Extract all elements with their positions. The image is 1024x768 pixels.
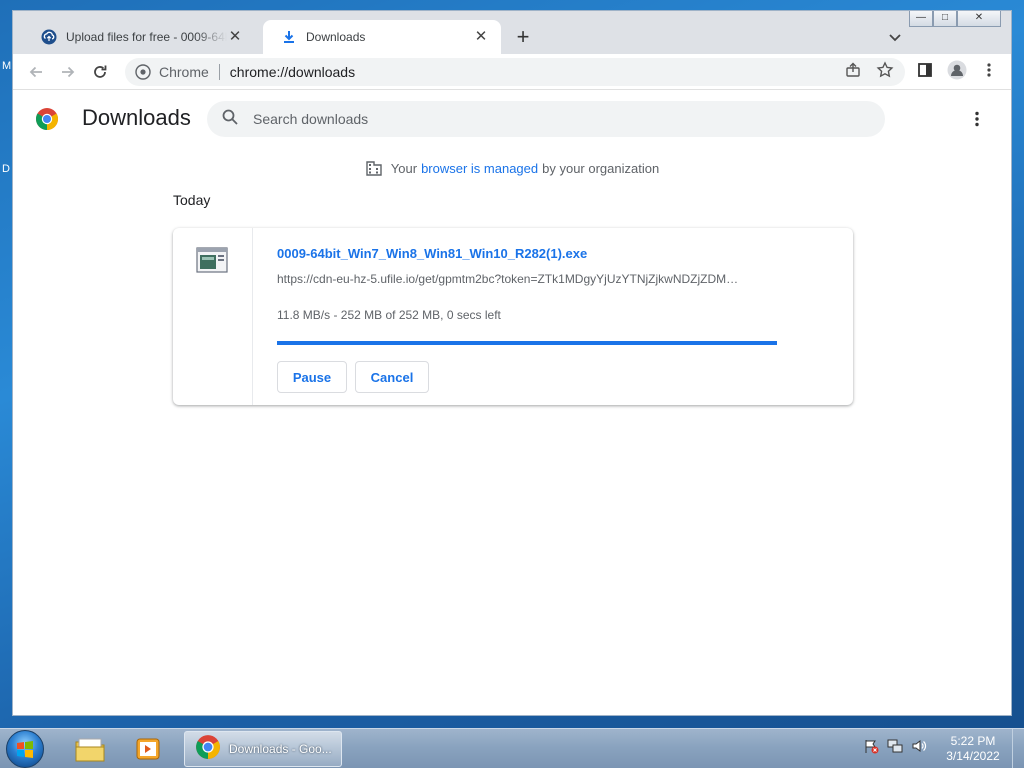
download-filename-link[interactable]: 0009-64bit_Win7_Win8_Win81_Win10_R282(1)… <box>277 246 587 261</box>
download-progress-bar <box>277 341 777 345</box>
pause-button[interactable]: Pause <box>277 361 347 393</box>
chrome-menu-icon[interactable] <box>979 60 999 80</box>
download-status: 11.8 MB/s - 252 MB of 252 MB, 0 secs lef… <box>277 308 501 322</box>
tab-upload-files[interactable]: Upload files for free - 0009-64bit_Win7 … <box>23 20 255 54</box>
tab-close-icon[interactable]: ✕ <box>473 29 489 45</box>
browser-window: Upload files for free - 0009-64bit_Win7 … <box>12 10 1012 716</box>
tab-downloads[interactable]: Downloads ✕ <box>263 20 501 54</box>
tab-close-icon[interactable]: ✕ <box>227 29 243 45</box>
browser-toolbar: Chrome chrome://downloads <box>13 54 1011 90</box>
chrome-taskbar-icon <box>195 734 221 765</box>
window-controls: — □ ✕ <box>909 11 1001 27</box>
forward-arrow-icon[interactable] <box>57 61 79 83</box>
bookmark-star-icon[interactable] <box>875 60 895 80</box>
side-panel-icon[interactable] <box>915 60 935 80</box>
address-url: chrome://downloads <box>229 64 356 80</box>
managed-notice: Your browser is managed by your organiza… <box>13 159 1011 177</box>
clock[interactable]: 5:22 PM 3/14/2022 <box>938 734 1008 764</box>
minimize-button[interactable]: — <box>909 11 933 27</box>
download-item-card: 0009-64bit_Win7_Win8_Win81_Win10_R282(1)… <box>173 228 853 405</box>
close-window-button[interactable]: ✕ <box>957 11 1001 27</box>
managed-link[interactable]: browser is managed <box>421 161 538 176</box>
tab-title: Downloads <box>306 30 366 44</box>
new-tab-button[interactable]: + <box>511 26 535 50</box>
show-desktop-button[interactable] <box>1012 729 1024 768</box>
chrome-taskbar-button[interactable]: Downloads - Goo... <box>184 731 342 767</box>
search-input[interactable] <box>253 111 853 127</box>
more-actions-icon[interactable] <box>967 109 987 129</box>
download-favicon-icon <box>281 29 297 45</box>
address-separator <box>218 64 220 80</box>
media-player-taskbar-icon[interactable] <box>128 731 168 767</box>
file-icon-column <box>173 228 253 405</box>
system-tray <box>862 737 928 755</box>
download-progress-fill <box>277 341 777 345</box>
chrome-taskbar-label: Downloads - Goo... <box>229 742 332 756</box>
date-header: Today <box>173 192 211 208</box>
exe-file-icon <box>196 247 228 273</box>
tab-search-chevron-icon[interactable] <box>885 27 905 47</box>
downloads-page: Downloads Your browser is managed by you… <box>13 91 1011 715</box>
clock-time: 5:22 PM <box>950 734 996 748</box>
tab-title: Upload files for free - 0009-64bit_Win7 <box>66 30 227 44</box>
chrome-site-icon <box>135 64 151 80</box>
explorer-taskbar-icon[interactable] <box>70 731 110 767</box>
tab-strip: Upload files for free - 0009-64bit_Win7 … <box>13 11 1011 54</box>
chrome-logo-icon <box>35 107 59 131</box>
desktop-icon-label: D <box>2 163 10 175</box>
network-icon[interactable] <box>886 737 904 755</box>
maximize-button[interactable]: □ <box>933 11 957 27</box>
building-icon <box>365 159 383 177</box>
search-box[interactable] <box>207 101 885 137</box>
profile-avatar-icon[interactable] <box>947 60 967 80</box>
download-source-url[interactable]: https://cdn-eu-hz-5.ufile.io/get/gpmtm2b… <box>277 272 777 286</box>
start-button[interactable] <box>6 730 44 768</box>
address-bar[interactable]: Chrome chrome://downloads <box>125 58 905 86</box>
managed-prefix: Your <box>390 160 418 176</box>
address-scheme: Chrome <box>159 64 209 80</box>
desktop-icon-label: M <box>2 60 12 72</box>
page-title: Downloads <box>82 105 191 130</box>
cancel-button[interactable]: Cancel <box>355 361 429 393</box>
reload-icon[interactable] <box>89 61 111 83</box>
taskbar: Downloads - Goo... 5:22 PM 3/14/2022 <box>0 728 1024 768</box>
volume-icon[interactable] <box>910 737 928 755</box>
back-arrow-icon[interactable] <box>25 61 47 83</box>
ufile-favicon-icon <box>41 29 57 45</box>
search-icon <box>221 108 239 131</box>
share-icon[interactable] <box>843 60 863 80</box>
clock-date: 3/14/2022 <box>946 749 1000 763</box>
managed-suffix: by your organization <box>542 160 660 176</box>
action-center-flag-icon[interactable] <box>862 737 880 755</box>
